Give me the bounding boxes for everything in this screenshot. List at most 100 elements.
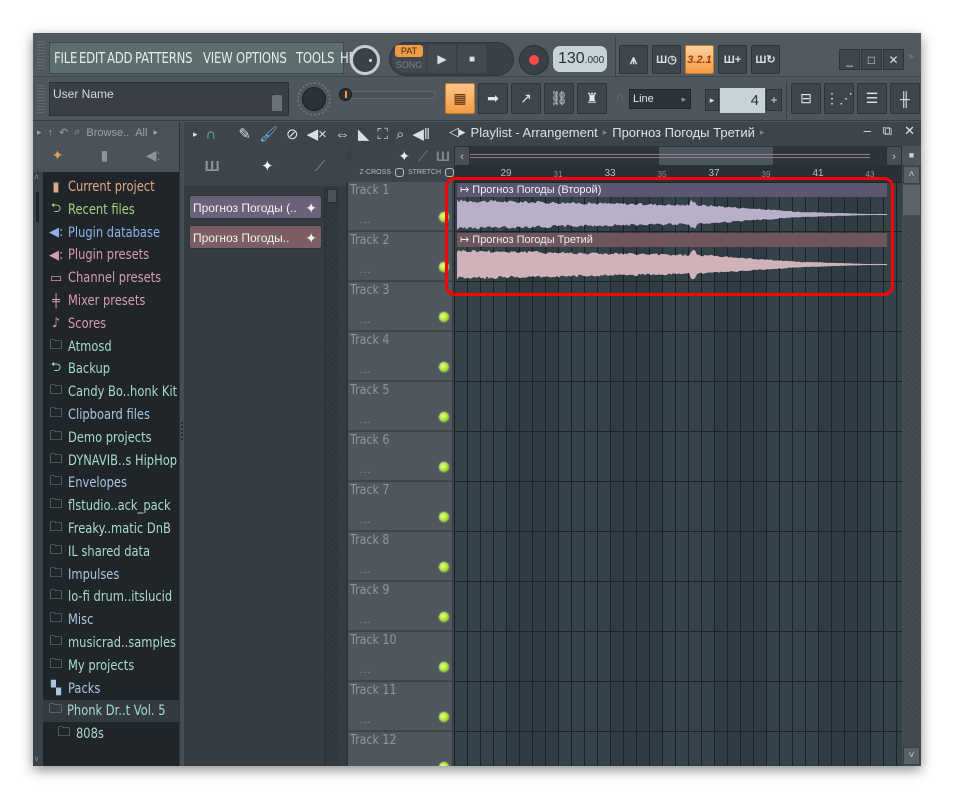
browser-item[interactable]: 🗀 808s (57, 723, 110, 745)
audio-clip[interactable]: ↦ Прогноз Погоды (Второй) (457, 183, 887, 232)
browser-item[interactable]: 🗀 Atmosd (49, 336, 121, 358)
track-enable-led[interactable] (439, 412, 449, 422)
track-header[interactable]: Track 11... (348, 682, 452, 731)
track-header[interactable]: Track 3... (348, 282, 452, 331)
toolbar-grip-2[interactable] (37, 85, 45, 115)
z-cross-toggle[interactable] (394, 168, 404, 177)
slice-icon[interactable]: ◣ (358, 125, 370, 143)
playlist-vertical-scrollbar[interactable]: ■ ˄ ˅ (902, 146, 921, 766)
scroll-left-button[interactable]: ‹ (454, 146, 470, 166)
browser-filter[interactable]: All (135, 127, 147, 139)
clip-title-bar[interactable]: ↦ Прогноз Погоды Третий (457, 233, 887, 247)
browser-item[interactable]: 🗀 musicrad..samples (49, 632, 200, 654)
browser-item[interactable]: 🗀 My projects (49, 655, 149, 677)
clip-title-bar[interactable]: ↦ Прогноз Погоды (Второй) (457, 183, 887, 197)
scroll-up-button[interactable]: ˄ (903, 166, 920, 184)
track-more-icon[interactable]: ... (360, 615, 371, 626)
overview-thumb[interactable] (659, 147, 773, 165)
browser-item[interactable]: ♪ Scores (49, 313, 115, 335)
pencil-icon[interactable]: ✎ (238, 125, 251, 143)
track-enable-led[interactable] (439, 762, 449, 766)
browser-item[interactable]: 🗀 Clipboard files (49, 404, 168, 426)
playlist-detach-icon[interactable]: ⧉ (883, 123, 892, 139)
clip-menu-icon[interactable]: ↦ (460, 184, 472, 196)
track-enable-led[interactable] (439, 312, 449, 322)
browser-scroll-thumb[interactable] (36, 192, 39, 222)
browser-item[interactable]: 🗀 Misc (49, 609, 99, 631)
picker-scrollbar[interactable] (324, 186, 339, 766)
picker-tab-audio[interactable]: ✦ (261, 157, 274, 175)
track-more-icon[interactable]: ... (360, 215, 371, 226)
track-more-icon[interactable]: ... (360, 515, 371, 526)
track-more-icon[interactable]: ... (360, 715, 371, 726)
picker-clip-button[interactable]: Прогноз Погоды (.. ✦ (189, 195, 322, 219)
chevron-right-icon[interactable]: ▸ (153, 127, 158, 138)
browser-expand-icon[interactable]: ▸ (37, 127, 42, 138)
wait-for-input-button[interactable]: Ш◷ (652, 45, 681, 74)
select-icon[interactable]: ⛶ (377, 126, 388, 143)
pat-song-toggle[interactable]: PAT SONG (392, 45, 426, 73)
scroll-up-icon[interactable]: ˄ (34, 172, 39, 182)
app-minimize-button[interactable]: _ (839, 49, 860, 70)
track-more-icon[interactable]: ... (360, 565, 371, 576)
menu-edit[interactable]: EDIT (79, 49, 105, 67)
track-enable-led[interactable] (439, 662, 449, 672)
breadcrumb-arrow-icon[interactable]: ▸ (760, 127, 765, 138)
browser-item[interactable]: ⮌ Backup (49, 358, 119, 380)
automation-icon[interactable]: ⟋ (418, 148, 428, 165)
pattern-button[interactable]: ⊟ (791, 83, 821, 114)
track-more-icon[interactable]: ... (360, 265, 371, 276)
menu-patterns[interactable]: PATTERNS (135, 49, 193, 67)
arrangement-grid[interactable]: ↦ Прогноз Погоды (Второй) ↦ Прогноз Погод… (454, 182, 902, 766)
track-header[interactable]: Track 7... (348, 482, 452, 531)
track-header[interactable]: Track 8... (348, 532, 452, 581)
toolbar-grip[interactable] (37, 41, 45, 71)
plugin-picker-button[interactable]: ♜ (577, 83, 607, 114)
picker-tab-patterns[interactable]: Ш (205, 158, 220, 175)
pitch-slider-handle[interactable] (339, 88, 352, 101)
record-button[interactable] (519, 45, 549, 75)
track-enable-led[interactable] (439, 462, 449, 472)
toolbar-more-icon[interactable]: ▸ (909, 51, 914, 62)
play-button[interactable]: ▶ (428, 45, 456, 73)
browser-item[interactable]: ◀: Plugin presets (49, 244, 167, 266)
browser-item[interactable]: 🗀 Impulses (49, 564, 131, 586)
track-more-icon[interactable]: ... (360, 665, 371, 676)
vertical-scroll-thumb[interactable] (903, 185, 920, 215)
browser-item[interactable]: 🗀 flstudio..ack_pack (49, 495, 193, 517)
browser-up-icon[interactable]: ↑ (48, 127, 54, 139)
audio-clips-icon[interactable]: ✦ (398, 148, 410, 165)
scroll-corner[interactable]: ■ (902, 146, 921, 165)
track-more-icon[interactable]: ... (360, 415, 371, 426)
track-header[interactable]: Track 5... (348, 382, 452, 431)
browser-item[interactable]: 🗀 IL shared data (49, 541, 168, 563)
overview-scrollbar[interactable]: ‹ › (454, 146, 902, 166)
track-header[interactable]: Track 10... (348, 632, 452, 681)
step-edit-button[interactable]: Ш+ (718, 45, 747, 74)
track-more-icon[interactable]: ... (360, 765, 371, 766)
magnet-icon[interactable]: ∩ (206, 126, 217, 143)
expand-icon[interactable]: ▸ (193, 129, 198, 140)
time-ruler[interactable]: 29 31 33 35 37 39 41 43 (454, 166, 902, 182)
audio-clip[interactable]: ↦ Прогноз Погоды Третий (457, 233, 887, 282)
browser-back-icon[interactable]: ↶ (59, 126, 68, 139)
playback-icon[interactable]: ◀‖ (412, 125, 430, 143)
browser-item[interactable]: 🗀 Demo projects (49, 427, 170, 449)
track-header[interactable]: Track 2... (348, 232, 452, 281)
playlist-view-button[interactable]: ▦ (445, 83, 475, 114)
track-more-icon[interactable]: ... (360, 315, 371, 326)
picker-tab-automation[interactable]: ⟋ (315, 158, 326, 175)
app-close-button[interactable]: ✕ (883, 49, 904, 70)
playlist-minimize-icon[interactable]: – (864, 123, 871, 139)
track-header[interactable]: Track 12... (348, 732, 452, 766)
master-pitch-slider[interactable] (341, 91, 436, 99)
next-button[interactable]: ➡ (478, 83, 508, 114)
main-volume-knob[interactable] (350, 45, 380, 75)
app-maximize-button[interactable]: □ (861, 49, 882, 70)
piano-icon[interactable]: Ш (436, 148, 450, 165)
track-enable-led[interactable] (439, 212, 449, 222)
browser-scrollbar[interactable]: ˄ ˅ (33, 172, 43, 766)
slip-icon[interactable]: ⇔ (335, 126, 350, 143)
clip-menu-icon[interactable]: ↦ (460, 234, 472, 246)
link-button[interactable]: ⛓ (544, 83, 574, 114)
